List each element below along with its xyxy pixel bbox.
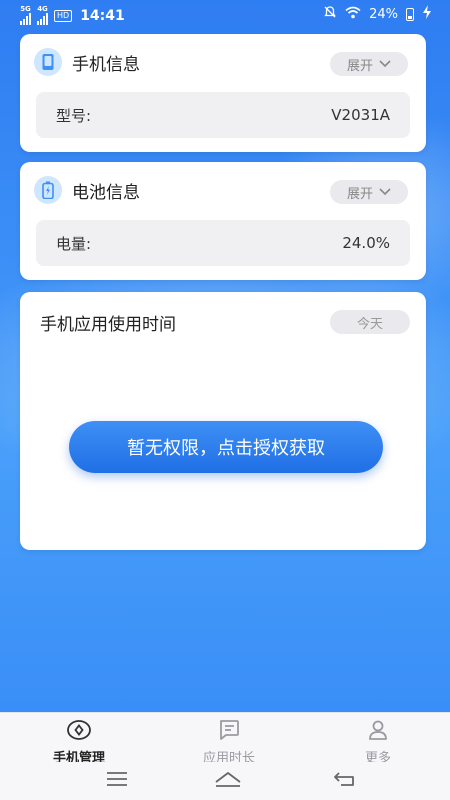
back-button[interactable] [330,770,360,792]
battery-info-card: 电池信息 展开 电量: 24.0% [20,162,426,280]
phone-info-header: 手机信息 [34,48,140,76]
phone-manage-icon [67,719,91,745]
expand-label: 展开 [346,186,373,202]
model-row: 型号: V2031A [36,92,410,138]
hd-badge: HD [54,9,73,22]
nav-app-duration[interactable]: 应用时长 [169,719,289,766]
app-usage-title: 手机应用使用时间 [40,315,176,335]
phone-info-title: 手机信息 [72,54,140,75]
home-icon [214,770,242,792]
home-button[interactable] [213,770,243,792]
signal-icon [20,13,31,25]
network-5g-label: 5G [20,5,31,13]
app-duration-icon [218,719,240,745]
status-bar: 5G 4G HD 14:41 24% [0,0,450,28]
authorize-button[interactable]: 暂无权限，点击授权获取 [69,421,383,473]
battery-percent: 24% [369,6,398,22]
phone-info-card: 手机信息 展开 型号: V2031A [20,34,426,152]
wifi-icon [345,6,361,23]
network-4g: 4G [37,6,48,25]
date-range-selector[interactable]: 今天 [330,310,410,334]
more-user-icon [367,719,389,745]
back-icon [333,771,357,791]
model-value: V2031A [331,106,390,124]
nav-more[interactable]: 更多 [318,719,438,766]
app-usage-card: 手机应用使用时间 今天 暂无权限，点击授权获取 [20,292,426,550]
battery-icon [406,7,414,21]
battery-info-title: 电池信息 [72,182,140,203]
battery-level-row: 电量: 24.0% [36,220,410,266]
network-4g-label: 4G [37,5,48,13]
battery-level-value: 24.0% [342,234,390,252]
status-time: 14:41 [80,7,125,24]
chevron-down-icon [379,57,391,72]
menu-icon [106,771,128,791]
expand-label: 展开 [346,58,373,74]
phone-info-expand-button[interactable]: 展开 [330,52,408,76]
system-nav-bar [0,762,450,800]
charging-icon [422,5,432,23]
nav-phone-manage[interactable]: 手机管理 [19,719,139,766]
network-5g: 5G [20,6,31,25]
battery-charge-icon [34,176,62,204]
phone-icon [34,48,62,76]
battery-info-expand-button[interactable]: 展开 [330,180,408,204]
chevron-down-icon [379,185,391,200]
bottom-nav: 手机管理 应用时长 更多 [0,712,450,766]
menu-button[interactable] [102,770,132,792]
signal-icon [37,13,48,25]
battery-level-label: 电量: [56,234,92,253]
battery-info-header: 电池信息 [34,176,140,204]
mute-icon [323,5,337,23]
model-label: 型号: [56,106,92,125]
